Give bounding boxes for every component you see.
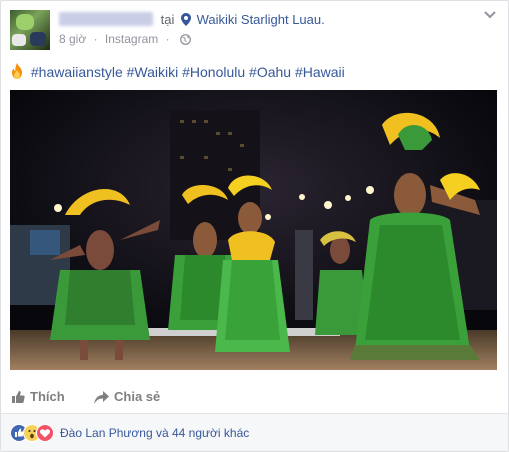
location-prefix: tại	[160, 12, 175, 27]
chevron-down-icon[interactable]	[484, 11, 496, 19]
author-avatar[interactable]	[10, 10, 50, 50]
post-timestamp[interactable]: 8 giờ	[59, 32, 86, 46]
globe-icon[interactable]	[180, 34, 191, 45]
post-meta: 8 giờ · Instagram ·	[59, 32, 191, 46]
meta-separator-2: ·	[165, 32, 170, 46]
author-name-blurred[interactable]	[59, 12, 153, 26]
post-headline: tại Waikiki Starlight Luau.	[59, 11, 325, 29]
post-actions: Thích Chia sẻ	[1, 381, 508, 414]
post-card: tại Waikiki Starlight Luau. 8 giờ · Inst…	[0, 0, 509, 452]
reactions-bar: Đào Lan Phương và 44 người khác	[1, 414, 508, 451]
like-label: Thích	[30, 389, 65, 404]
fire-icon	[12, 63, 22, 79]
caption-hashtags[interactable]: #hawaiianstyle #Waikiki #Honolulu #Oahu …	[31, 64, 345, 80]
post-photo[interactable]	[10, 90, 497, 370]
location-pin-icon	[180, 13, 191, 26]
thumbs-up-icon	[12, 391, 25, 403]
share-arrow-icon	[94, 391, 109, 404]
love-reaction-icon	[36, 424, 54, 442]
share-button[interactable]: Chia sẻ	[94, 389, 160, 404]
like-button[interactable]: Thích	[11, 389, 65, 404]
share-label: Chia sẻ	[114, 389, 161, 404]
hula-dancers-photo	[10, 90, 497, 370]
reactions-summary[interactable]: Đào Lan Phương và 44 người khác	[60, 426, 249, 440]
location-link[interactable]: Waikiki Starlight Luau.	[197, 12, 325, 27]
post-caption: #hawaiianstyle #Waikiki #Honolulu #Oahu …	[10, 63, 345, 81]
meta-separator: ·	[93, 32, 98, 46]
post-source[interactable]: Instagram	[105, 32, 158, 46]
